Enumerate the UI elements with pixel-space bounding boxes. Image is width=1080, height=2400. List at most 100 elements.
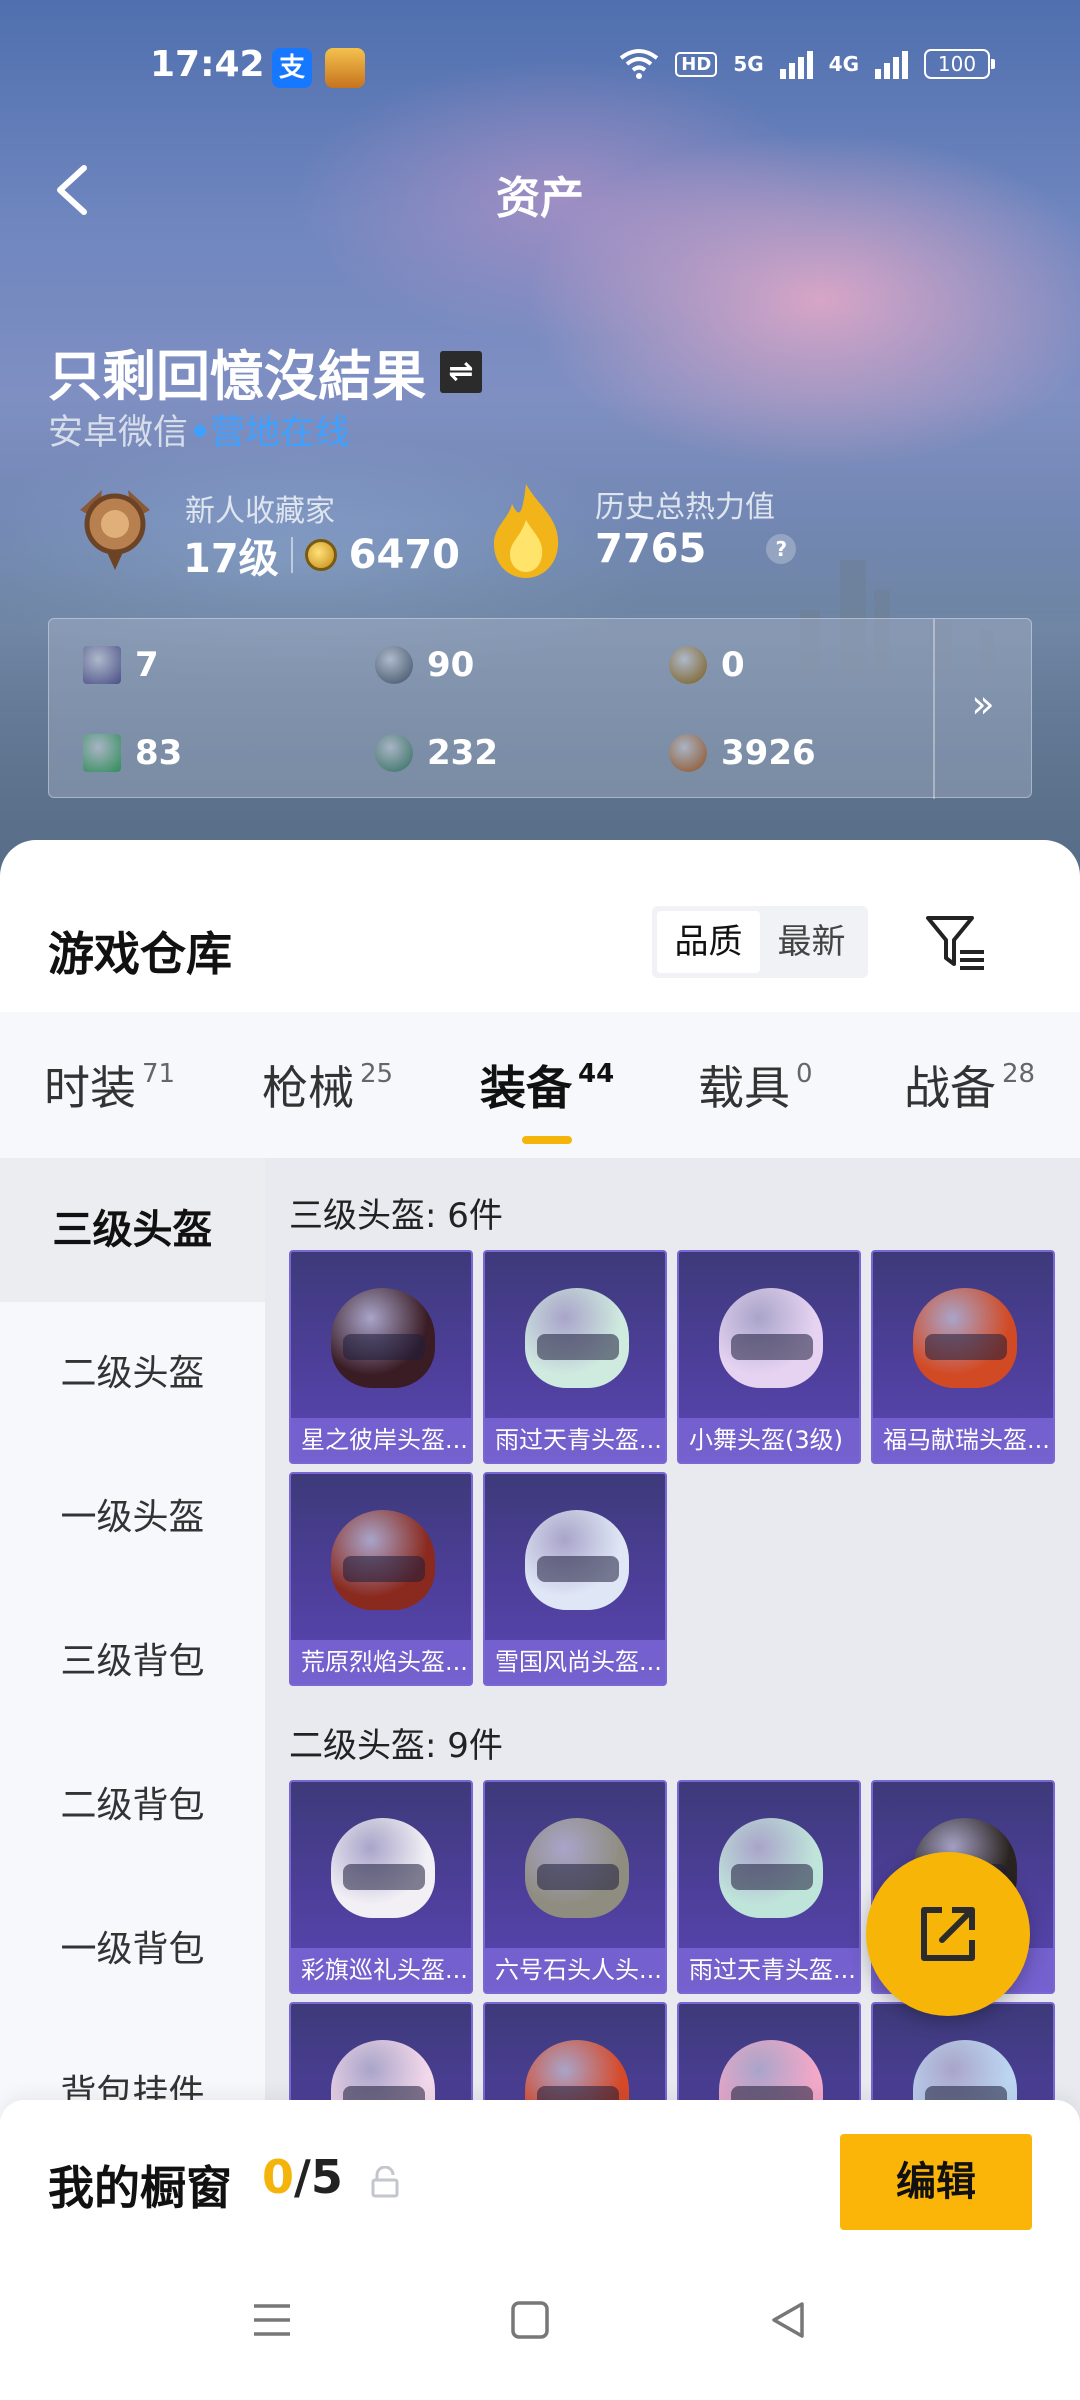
username: 只剩回憶沒結果 ⇌: [48, 332, 482, 411]
currency-value: 0: [721, 645, 745, 685]
showcase-bar: 我的橱窗 0/5 编辑: [0, 2100, 1080, 2250]
share-button[interactable]: [866, 1852, 1030, 2016]
currency-item: 0: [669, 645, 745, 685]
helmet-visor: [731, 1334, 813, 1360]
heat-row: 7765 ?: [595, 526, 797, 572]
helmet-visor: [537, 1334, 619, 1360]
filter-icon[interactable]: [922, 910, 988, 976]
helmet-visor: [343, 1556, 425, 1582]
section-heading: 三级头盔: 6件: [289, 1196, 503, 1236]
switch-account-icon[interactable]: ⇌: [440, 350, 482, 393]
item-name: 福马献瑞头盔...: [873, 1418, 1053, 1462]
sidebar-item-backpack-3[interactable]: 三级背包: [0, 1590, 265, 1734]
tab-count: 28: [1002, 1059, 1036, 1089]
sidebar-item-helmet-2[interactable]: 二级头盔: [0, 1302, 265, 1446]
helmet-visor: [925, 1334, 1007, 1360]
currency-value: 232: [427, 733, 498, 773]
tab-count: 0: [796, 1059, 813, 1089]
lock-icon: [371, 2166, 399, 2198]
platform-info: 安卓微信 营地在线: [48, 404, 350, 455]
coin-icon: [304, 539, 337, 571]
network-4g: 4G: [828, 52, 859, 76]
level-row: 17级 6470: [183, 526, 460, 584]
platform-label: 安卓微信: [48, 413, 189, 453]
tab-vehicles[interactable]: 载具 0: [698, 1052, 813, 1118]
tab-label: 时装: [44, 1061, 136, 1115]
tab-firearms[interactable]: 枪械 25: [262, 1052, 393, 1118]
network-5g: 5G: [733, 52, 764, 76]
item-name: 六号石头人头...: [485, 1948, 665, 1992]
card-icon: [83, 646, 121, 684]
item-name: 彩旗巡礼头盔...: [291, 1948, 471, 1992]
sort-latest[interactable]: 最新: [760, 911, 863, 973]
sort-toggle: 品质 最新: [652, 906, 868, 978]
item-name: 荒原烈焰头盔...: [291, 1640, 471, 1684]
battery-icon: 100: [924, 49, 995, 79]
warehouse-title: 游戏仓库: [48, 927, 232, 981]
item-card[interactable]: 雨过天青头盔...: [677, 1780, 861, 1994]
showcase-label: 我的橱窗: [48, 2161, 232, 2215]
helmet-visor: [537, 1556, 619, 1582]
back-nav-icon[interactable]: [766, 2298, 810, 2342]
item-card[interactable]: 星之彼岸头盔...: [289, 1250, 473, 1464]
item-name: 雨过天青头盔...: [679, 1948, 859, 1992]
flame-icon: [494, 484, 559, 578]
sidebar-item-helmet-1[interactable]: 一级头盔: [0, 1446, 265, 1590]
bronze-coin-icon: [669, 734, 707, 772]
item-card[interactable]: 雨过天青头盔...: [483, 1250, 667, 1464]
level-value: 17级: [183, 536, 279, 582]
currency-item: 83: [83, 733, 182, 773]
currency-item: 90: [375, 645, 474, 685]
section-heading: 二级头盔: 9件: [289, 1726, 503, 1766]
collector-title: 新人收藏家: [185, 494, 335, 529]
help-icon[interactable]: ?: [766, 534, 797, 564]
status-bar: 17:42 支 HD 5G 4G 100: [0, 0, 1080, 135]
tab-equipment[interactable]: 装备 44: [480, 1052, 614, 1118]
tab-supplies[interactable]: 战备 28: [904, 1052, 1035, 1118]
item-name: 星之彼岸头盔...: [291, 1418, 471, 1462]
currency-more-button[interactable]: »: [933, 619, 1031, 799]
currency-value: 83: [135, 733, 183, 773]
currency-item: 232: [375, 733, 498, 773]
home-icon[interactable]: [508, 2298, 552, 2342]
currency-value: 3926: [721, 733, 816, 773]
showcase-total: /5: [294, 2150, 343, 2204]
item-card[interactable]: 福马献瑞头盔...: [871, 1250, 1055, 1464]
gold-coin-icon: [669, 646, 707, 684]
menu-icon[interactable]: [250, 2298, 294, 2342]
tab-fashion[interactable]: 时装 71: [44, 1052, 175, 1118]
wifi-icon: [620, 49, 659, 79]
online-status: 营地在线: [210, 413, 351, 453]
username-text: 只剩回憶沒結果: [48, 345, 426, 408]
tab-label: 枪械: [262, 1061, 354, 1115]
sidebar-item-backpack-1[interactable]: 一级背包: [0, 1878, 265, 2022]
sidebar-item-backpack-2[interactable]: 二级背包: [0, 1734, 265, 1878]
tab-count: 25: [360, 1059, 394, 1089]
edit-button[interactable]: 编辑: [840, 2134, 1032, 2230]
external-link-icon: [921, 1907, 975, 1961]
sort-quality[interactable]: 品质: [657, 911, 760, 973]
sidebar-item-helmet-3[interactable]: 三级头盔: [0, 1158, 265, 1302]
item-card[interactable]: 六号石头人头...: [483, 1780, 667, 1994]
collector-badge-icon: [80, 490, 150, 570]
helmet-visor: [343, 1334, 425, 1360]
item-card[interactable]: 荒原烈焰头盔...: [289, 1472, 473, 1686]
item-card[interactable]: 彩旗巡礼头盔...: [289, 1780, 473, 1994]
orb-icon: [375, 734, 413, 772]
item-name: 小舞头盔(3级): [679, 1418, 859, 1462]
tab-label: 装备: [480, 1061, 572, 1115]
helmet-visor: [343, 1864, 425, 1890]
active-tab-indicator: [522, 1136, 572, 1144]
game-app-icon: [325, 48, 365, 88]
currency-panel: 7 90 0 83 232 3926 »: [48, 618, 1032, 799]
item-name: 雪国风尚头盔...: [485, 1640, 665, 1684]
system-nav-bar: [0, 2250, 1080, 2400]
tab-count: 44: [578, 1059, 615, 1089]
heat-value: 7765: [595, 526, 707, 572]
item-card[interactable]: 小舞头盔(3级): [677, 1250, 861, 1464]
item-card[interactable]: 雪国风尚头盔...: [483, 1472, 667, 1686]
currency-value: 90: [427, 645, 475, 685]
green-card-icon: [83, 734, 121, 772]
currency-item: 3926: [669, 733, 816, 773]
status-time: 17:42: [150, 44, 265, 85]
